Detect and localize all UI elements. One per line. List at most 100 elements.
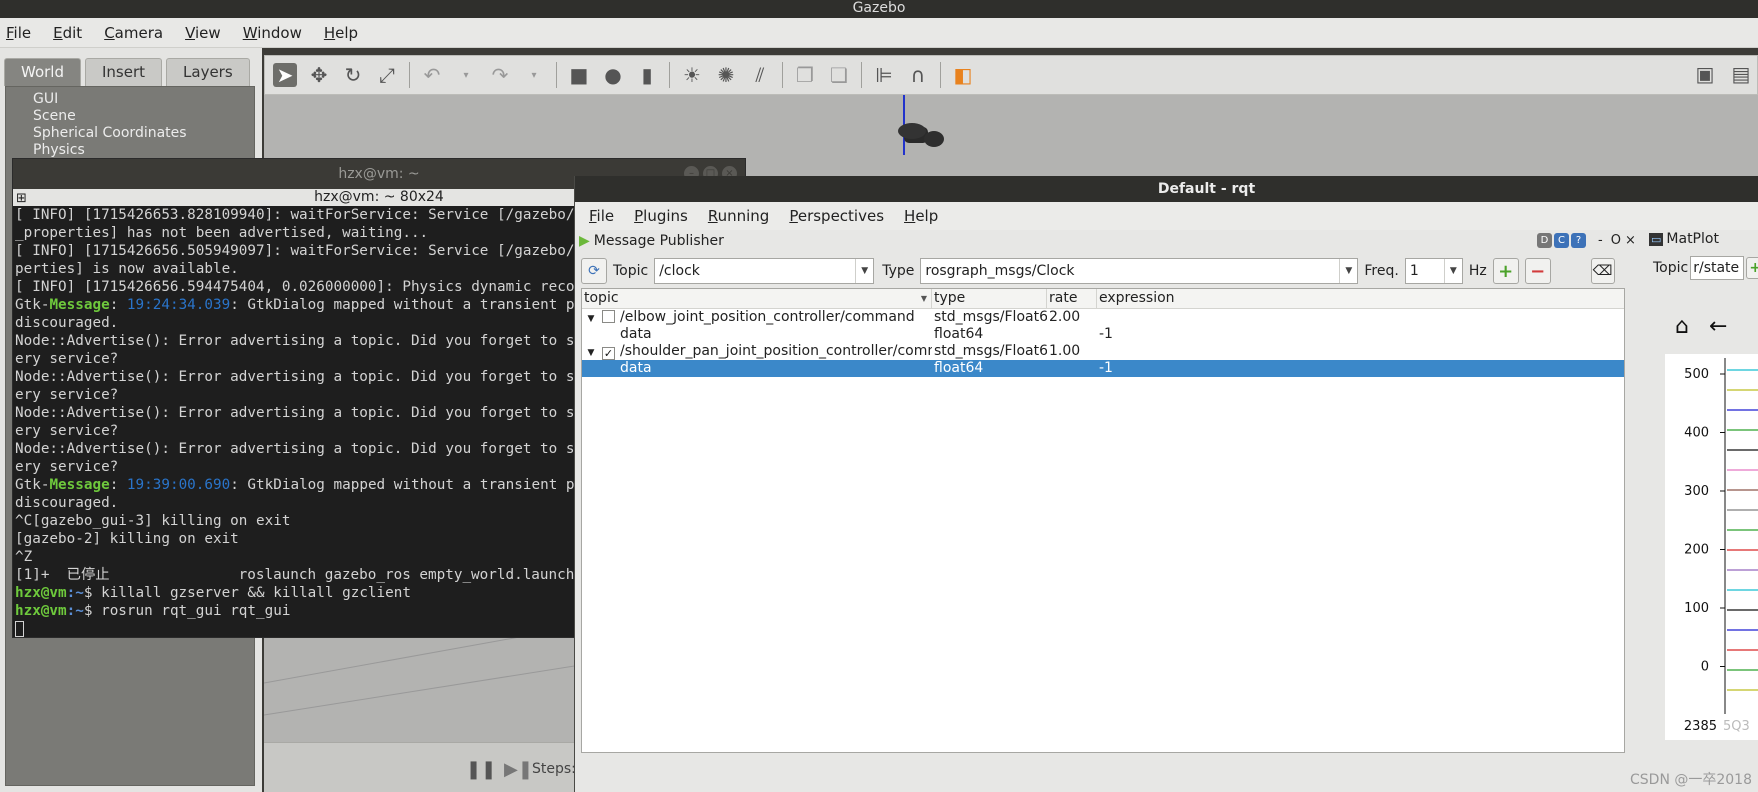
rqt-menu-help[interactable]: Help <box>904 207 938 225</box>
refresh-button[interactable]: ⟳ <box>581 258 607 284</box>
column-expression[interactable]: expression <box>1097 289 1624 308</box>
snap-icon[interactable]: ∩ <box>906 63 930 87</box>
gtk-message-tag: Message <box>49 477 110 493</box>
new-tab-icon[interactable]: ⊞ <box>16 190 27 207</box>
menu-window[interactable]: Window <box>243 24 302 42</box>
directional-light-icon[interactable]: ⫽ <box>748 63 772 87</box>
point-light-icon[interactable]: ☀ <box>680 63 704 87</box>
row-expression[interactable] <box>1097 343 1624 360</box>
add-publisher-button[interactable]: + <box>1492 258 1519 284</box>
screenshot-icon[interactable]: ▣ <box>1693 62 1717 86</box>
publisher-row[interactable]: ▼ /elbow_joint_position_controller/comman… <box>582 309 1624 326</box>
type-label: Type <box>882 263 915 279</box>
dock-button[interactable]: D <box>1537 233 1552 248</box>
clear-button[interactable]: ⌫ <box>1590 258 1615 284</box>
column-topic[interactable]: topic ▼ <box>582 289 932 308</box>
row-expression[interactable] <box>1097 309 1624 326</box>
rqt-menu-plugins[interactable]: Plugins <box>634 207 688 225</box>
expand-arrow-icon[interactable]: ▼ <box>584 345 598 360</box>
sort-icon: ▼ <box>920 294 927 303</box>
tab-layers[interactable]: Layers <box>166 58 250 86</box>
align-icon[interactable]: ⊫ <box>872 63 896 87</box>
tab-insert[interactable]: Insert <box>85 58 163 86</box>
box-shape-icon[interactable]: ■ <box>567 63 591 87</box>
rqt-menu-perspectives[interactable]: Perspectives <box>789 207 884 225</box>
cylinder-shape-icon[interactable]: ▮ <box>635 63 659 87</box>
type-combo-value: rosgraph_msgs/Clock <box>925 263 1075 279</box>
publisher-row[interactable]: ▼ ✓ /shoulder_pan_joint_position_controlle… <box>582 343 1624 360</box>
column-type[interactable]: type <box>932 289 1047 308</box>
publisher-field-row[interactable]: data float64 -1 <box>582 326 1624 343</box>
remove-publisher-button[interactable]: − <box>1524 258 1551 284</box>
freq-combo[interactable]: 1 ▼ <box>1404 258 1463 284</box>
view-angle-icon[interactable]: ◧ <box>951 63 975 87</box>
help-button[interactable]: ? <box>1571 233 1586 248</box>
sphere-shape-icon[interactable]: ● <box>601 63 625 87</box>
freq-label: Freq. <box>1364 263 1399 279</box>
pause-icon[interactable]: ❚❚ <box>466 759 496 780</box>
table-body: ▼ /elbow_joint_position_controller/comman… <box>582 309 1624 377</box>
select-mode-icon[interactable]: ➤ <box>273 63 297 87</box>
paste-icon[interactable]: ❏ <box>827 63 851 87</box>
tree-item-spherical-coordinates[interactable]: Spherical Coordinates <box>6 125 254 142</box>
configure-button[interactable]: C <box>1554 233 1569 248</box>
log-icon[interactable]: ▤ <box>1729 62 1753 86</box>
row-rate: 1.00 <box>1049 343 1081 359</box>
home-icon[interactable]: ⌂ <box>1675 314 1689 339</box>
scale-mode-icon[interactable]: ⤢ <box>375 63 399 87</box>
tree-item-physics[interactable]: Physics <box>6 142 254 159</box>
redo-dropdown-icon[interactable]: ▾ <box>522 63 546 87</box>
matplot-add-button[interactable]: + <box>1746 257 1758 279</box>
rqt-menu-file[interactable]: File <box>589 207 614 225</box>
rotate-mode-icon[interactable]: ↻ <box>341 63 365 87</box>
matplot-plot[interactable]: 500 400 300 200 100 0 2385 5Q3 <box>1665 354 1758 740</box>
redo-icon[interactable]: ↷ <box>488 63 512 87</box>
gtk-separator: : <box>109 477 127 493</box>
chevron-down-icon: ▼ <box>1339 259 1357 283</box>
toolbar-separator <box>556 62 557 88</box>
spot-light-icon[interactable]: ✺ <box>714 63 738 87</box>
translate-mode-icon[interactable]: ✥ <box>307 63 331 87</box>
menu-edit[interactable]: Edit <box>53 24 82 42</box>
enable-checkbox[interactable] <box>602 310 615 323</box>
copy-icon[interactable]: ❐ <box>793 63 817 87</box>
undo-icon[interactable]: ↶ <box>420 63 444 87</box>
y-tick-label: 0 <box>1701 660 1709 675</box>
row-expression[interactable]: -1 <box>1097 326 1624 343</box>
rqt-menu-running[interactable]: Running <box>708 207 769 225</box>
expand-arrow-icon[interactable]: ▼ <box>584 311 598 326</box>
menu-help[interactable]: Help <box>324 24 358 42</box>
column-rate[interactable]: rate <box>1047 289 1097 308</box>
row-topic-cell: ▼ ✓ /shoulder_pan_joint_position_controlle… <box>582 343 932 360</box>
publisher-field-row[interactable]: data float64 -1 <box>582 360 1624 377</box>
row-type: std_msgs/Float64 <box>934 309 1047 325</box>
row-expression[interactable]: -1 <box>1097 360 1624 377</box>
close-plugin-button[interactable]: × <box>1625 233 1636 248</box>
rqt-titlebar: Default - rqt <box>575 176 1758 202</box>
tab-world[interactable]: World <box>4 58 81 86</box>
row-rate <box>1047 360 1097 377</box>
terminal-title: hzx@vm: ~ <box>338 166 420 182</box>
type-combo[interactable]: rosgraph_msgs/Clock ▼ <box>920 258 1359 284</box>
matplot-topic-input[interactable]: r/state <box>1690 256 1745 280</box>
y-tick-label: 500 <box>1684 367 1709 382</box>
undo-dropdown-icon[interactable]: ▾ <box>454 63 478 87</box>
gtk-timestamp: 19:39:00.690 <box>126 477 231 493</box>
topic-combo[interactable]: /clock ▼ <box>654 258 875 284</box>
matplot-canvas: 500 400 300 200 100 0 2385 5Q3 <box>1684 358 1758 734</box>
message-publisher-header: ▶ Message Publisher <box>579 231 724 251</box>
tree-item-gui[interactable]: GUI <box>6 91 254 108</box>
gtk-separator: : <box>109 297 127 313</box>
enable-checkbox[interactable]: ✓ <box>602 347 615 360</box>
menu-file[interactable]: File <box>6 24 31 42</box>
menu-camera[interactable]: Camera <box>104 24 163 42</box>
minimize-plugin-button[interactable]: - <box>1598 233 1603 248</box>
tree-item-scene[interactable]: Scene <box>6 108 254 125</box>
toolbar-separator <box>782 62 783 88</box>
row-type: float64 <box>934 360 984 376</box>
float-plugin-button[interactable]: O <box>1611 233 1621 248</box>
row-rate <box>1047 326 1097 343</box>
menu-view[interactable]: View <box>185 24 221 42</box>
step-icon[interactable]: ▶❚ <box>504 759 533 780</box>
back-arrow-icon[interactable]: ← <box>1709 314 1727 339</box>
